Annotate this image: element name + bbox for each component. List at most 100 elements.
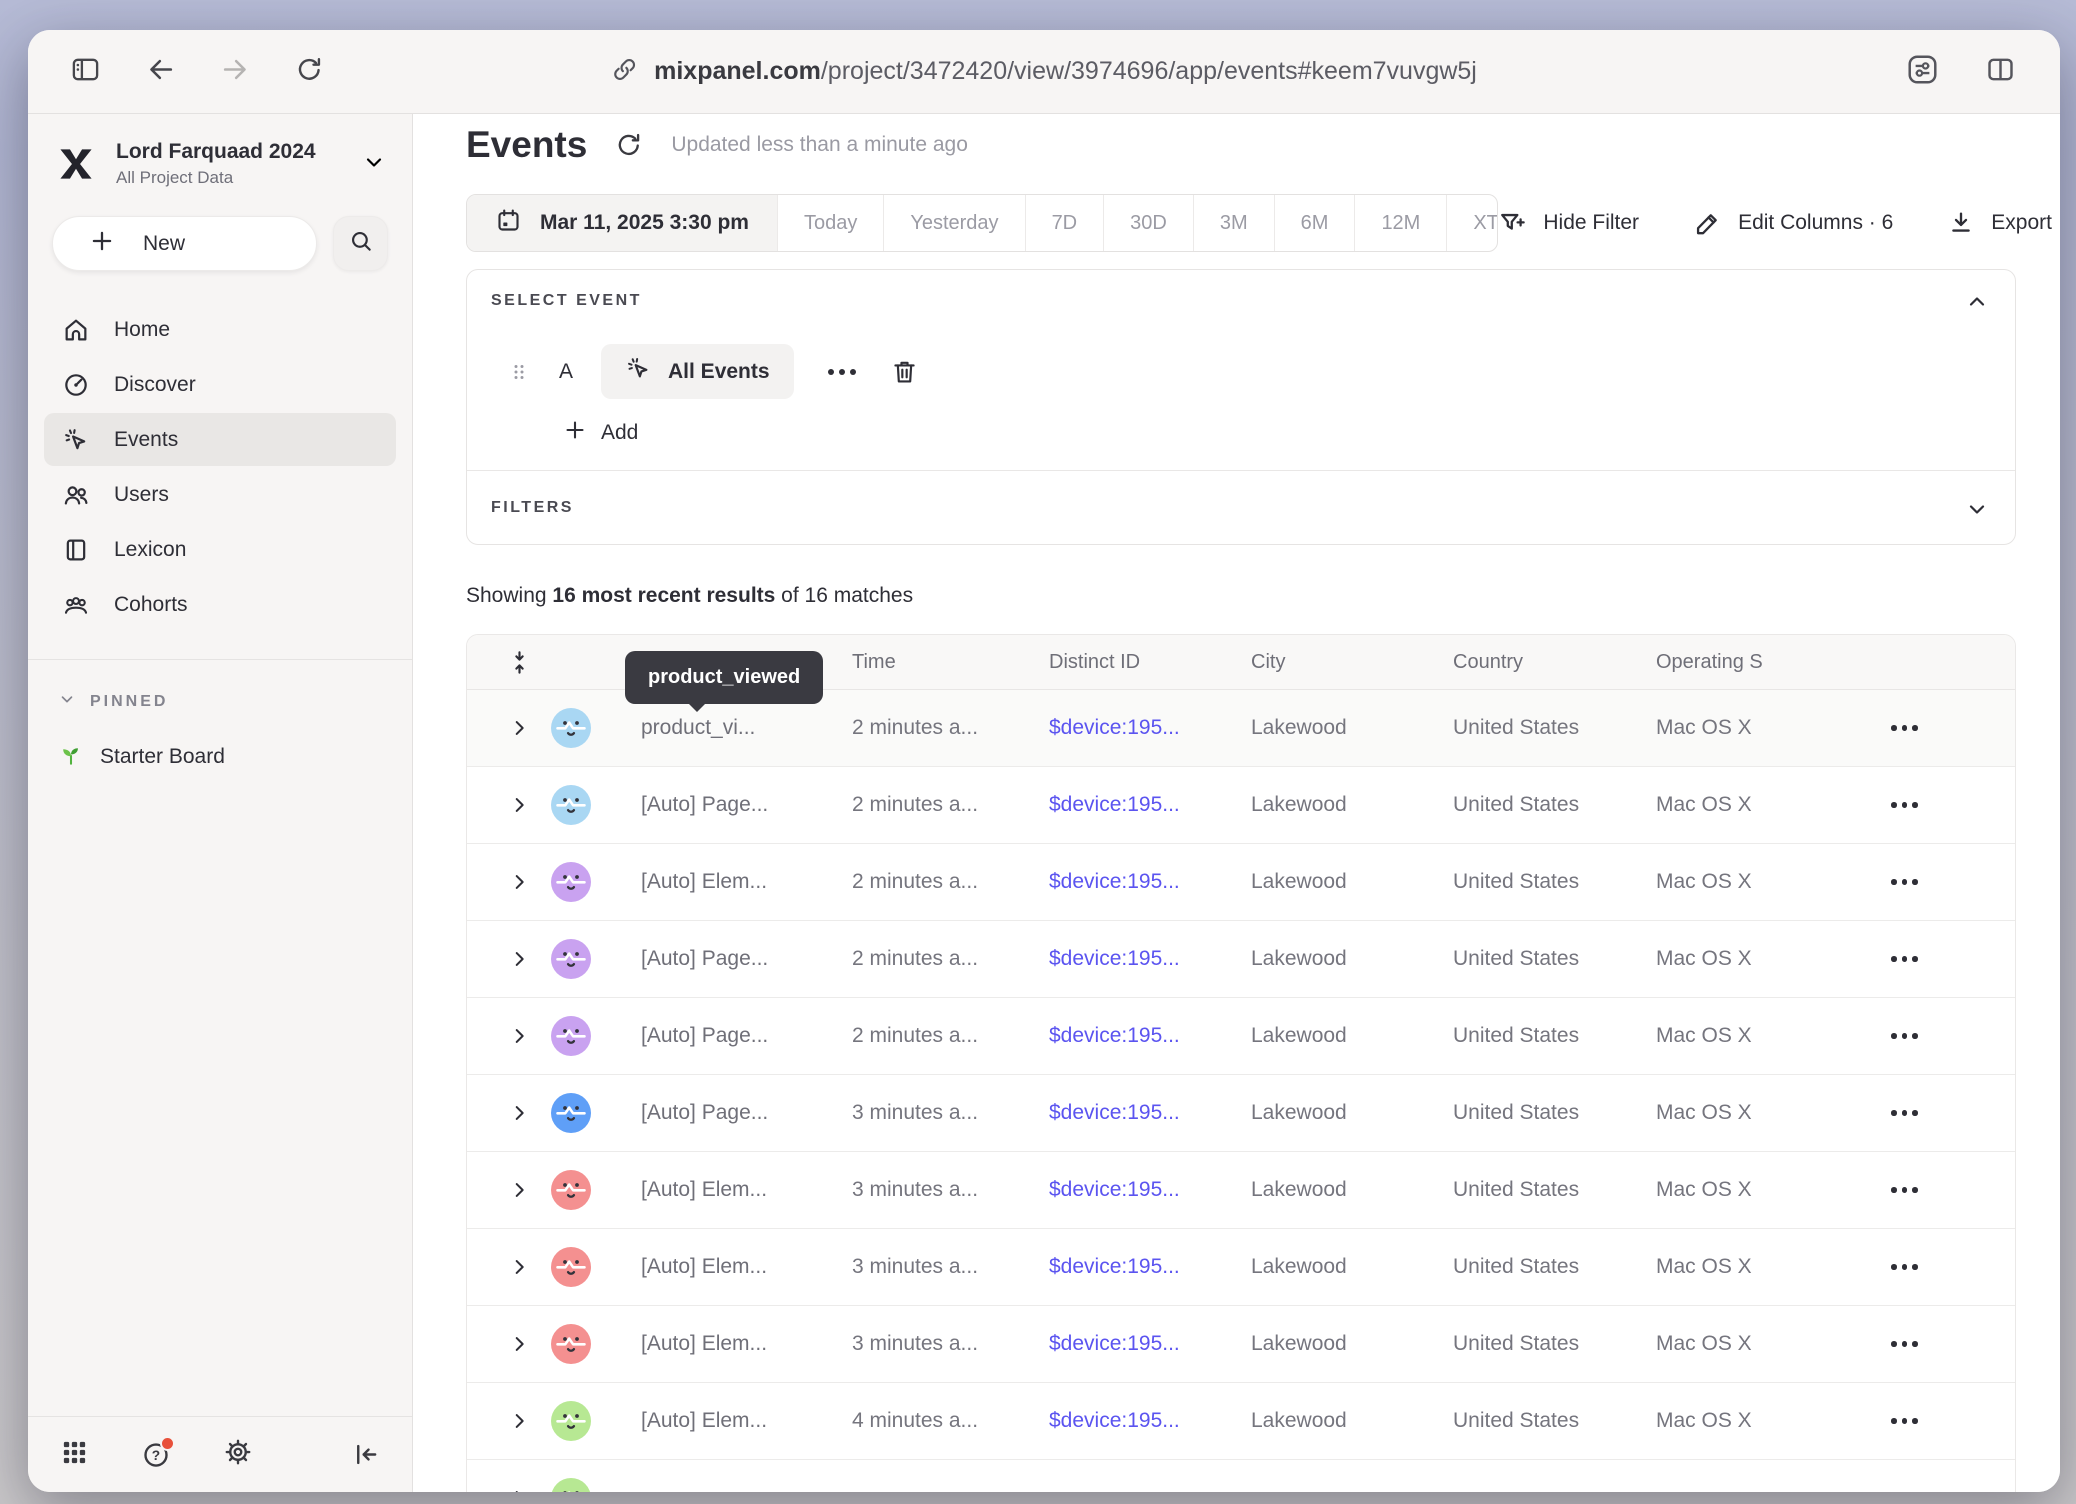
select-event-title: SELECT EVENT	[491, 292, 642, 310]
sidebar-item-discover[interactable]: Discover	[44, 358, 396, 411]
distinct-id-link[interactable]: $device:195...	[1049, 716, 1251, 740]
range-3m[interactable]: 3M	[1193, 195, 1274, 251]
sidebar-item-events[interactable]: Events	[44, 413, 396, 466]
sidebar-item-cohorts[interactable]: Cohorts	[44, 578, 396, 631]
range-30d[interactable]: 30D	[1103, 195, 1193, 251]
distinct-id-link[interactable]: $device:195...	[1049, 793, 1251, 817]
distinct-id-link[interactable]: $device:195...	[1049, 947, 1251, 971]
row-actions-icon[interactable]	[1879, 1033, 2015, 1039]
new-button[interactable]: New	[52, 216, 317, 271]
split-view-icon[interactable]	[1985, 54, 2016, 90]
sidebar-item-label: Cohorts	[114, 593, 188, 617]
column-header-os[interactable]: Operating S	[1656, 651, 1879, 674]
range-12m[interactable]: 12M	[1354, 195, 1446, 251]
row-actions-icon[interactable]	[1879, 1418, 2015, 1424]
drag-handle-icon[interactable]	[507, 360, 531, 384]
range-7d[interactable]: 7D	[1025, 195, 1104, 251]
notification-dot	[160, 1436, 175, 1451]
event-selector-chip[interactable]: All Events	[601, 344, 794, 399]
sidebar-item-home[interactable]: Home	[44, 303, 396, 356]
page-settings-icon[interactable]	[1906, 53, 1939, 91]
edit-columns-button[interactable]: Edit Columns · 6	[1693, 209, 1893, 238]
pencil-icon	[1693, 209, 1722, 238]
distinct-id-link[interactable]: $device:195...	[1049, 1332, 1251, 1356]
event-chip-label: All Events	[668, 360, 770, 384]
date-picker[interactable]: Mar 11, 2025 3:30 pm	[467, 195, 777, 251]
row-actions-icon[interactable]	[1879, 725, 2015, 731]
filters-title: FILTERS	[491, 499, 574, 517]
distinct-id-link[interactable]: $device:195...	[1049, 1409, 1251, 1433]
table-row[interactable]: [Auto] Elem... 3 minutes a... $device:19…	[467, 1229, 2015, 1306]
sidebar-item-lexicon[interactable]: Lexicon	[44, 523, 396, 576]
chevron-right-icon[interactable]	[487, 717, 551, 739]
chevron-right-icon[interactable]	[487, 948, 551, 970]
row-actions-icon[interactable]	[1879, 1187, 2015, 1193]
table-row[interactable]: [Auto] Page... 2 minutes a... $device:19…	[467, 921, 2015, 998]
refresh-data-icon[interactable]	[615, 131, 643, 159]
chevron-right-icon[interactable]	[487, 1333, 551, 1355]
table-row[interactable]: [Auto] Elem... 3 minutes a... $device:19…	[467, 1152, 2015, 1229]
range-yesterday[interactable]: Yesterday	[883, 195, 1024, 251]
collapse-rows-icon[interactable]	[487, 649, 551, 676]
row-actions-icon[interactable]	[1879, 1341, 2015, 1347]
apps-grid-icon[interactable]	[60, 1438, 89, 1472]
collapse-sidebar-icon[interactable]	[351, 1440, 380, 1469]
chevron-up-icon[interactable]	[1965, 290, 1989, 319]
address-bar[interactable]: mixpanel.com/project/3472420/view/397469…	[611, 56, 1477, 88]
distinct-id-link[interactable]: $device:195...	[1049, 870, 1251, 894]
chevron-down-icon[interactable]	[1965, 497, 1989, 526]
column-header-distinct-id[interactable]: Distinct ID	[1049, 651, 1251, 674]
trash-icon[interactable]	[890, 357, 919, 386]
chevron-right-icon[interactable]	[487, 1487, 551, 1492]
forward-icon[interactable]	[220, 54, 251, 90]
help-icon[interactable]	[141, 1440, 171, 1470]
column-header-city[interactable]: City	[1251, 651, 1453, 674]
event-name-tooltip: product_viewed	[625, 651, 823, 704]
export-button[interactable]: Export	[1947, 209, 2052, 237]
row-actions-icon[interactable]	[1879, 802, 2015, 808]
row-actions-icon[interactable]	[1879, 879, 2015, 885]
plus-icon	[563, 418, 587, 448]
chevron-right-icon[interactable]	[487, 1102, 551, 1124]
table-row-partial[interactable]	[467, 1460, 2015, 1492]
gear-icon[interactable]	[223, 1437, 253, 1472]
chevron-right-icon[interactable]	[487, 1256, 551, 1278]
row-actions-icon[interactable]	[1879, 1264, 2015, 1270]
distinct-id-link[interactable]: $device:195...	[1049, 1178, 1251, 1202]
chevron-right-icon[interactable]	[487, 1410, 551, 1432]
distinct-id-link[interactable]: $device:195...	[1049, 1024, 1251, 1048]
chevron-right-icon[interactable]	[487, 1025, 551, 1047]
back-icon[interactable]	[145, 54, 176, 90]
table-row[interactable]: [Auto] Elem... 3 minutes a... $device:19…	[467, 1306, 2015, 1383]
browser-toolbar: mixpanel.com/project/3472420/view/397469…	[28, 30, 2060, 114]
add-event-button[interactable]: Add	[563, 418, 638, 448]
table-row[interactable]: [Auto] Page... 2 minutes a... $device:19…	[467, 998, 2015, 1075]
row-actions-icon[interactable]	[1879, 956, 2015, 962]
table-row[interactable]: [Auto] Elem... 2 minutes a... $device:19…	[467, 844, 2015, 921]
query-builder-card: SELECT EVENT A All Events	[466, 269, 2016, 545]
pinned-item-starter-board[interactable]: Starter Board	[28, 713, 412, 773]
table-row[interactable]: [Auto] Elem... 4 minutes a... $device:19…	[467, 1383, 2015, 1460]
table-row[interactable]: [Auto] Page... 2 minutes a... $device:19…	[467, 767, 2015, 844]
distinct-id-link[interactable]: $device:195...	[1049, 1255, 1251, 1279]
chevron-right-icon[interactable]	[487, 1179, 551, 1201]
clause-options-icon[interactable]	[822, 369, 862, 375]
refresh-page-icon[interactable]	[295, 55, 324, 89]
hide-filter-button[interactable]: Hide Filter	[1498, 209, 1639, 238]
range-6m[interactable]: 6M	[1274, 195, 1355, 251]
table-row[interactable]: [Auto] Page... 3 minutes a... $device:19…	[467, 1075, 2015, 1152]
pinned-section-header[interactable]: PINNED	[28, 660, 412, 713]
range-xtd[interactable]: XTD	[1446, 195, 1498, 251]
column-header-country[interactable]: Country	[1453, 651, 1656, 674]
row-actions-icon[interactable]	[1879, 1110, 2015, 1116]
sidebar-item-users[interactable]: Users	[44, 468, 396, 521]
project-switcher[interactable]: Lord Farquaad 2024 All Project Data	[28, 114, 412, 194]
search-button[interactable]	[333, 216, 388, 271]
chevron-right-icon[interactable]	[487, 794, 551, 816]
sidebar-toggle-icon[interactable]	[70, 54, 101, 90]
range-today[interactable]: Today	[777, 195, 883, 251]
project-scope: All Project Data	[116, 168, 344, 188]
chevron-right-icon[interactable]	[487, 871, 551, 893]
column-header-time[interactable]: Time	[852, 651, 1049, 674]
distinct-id-link[interactable]: $device:195...	[1049, 1101, 1251, 1125]
